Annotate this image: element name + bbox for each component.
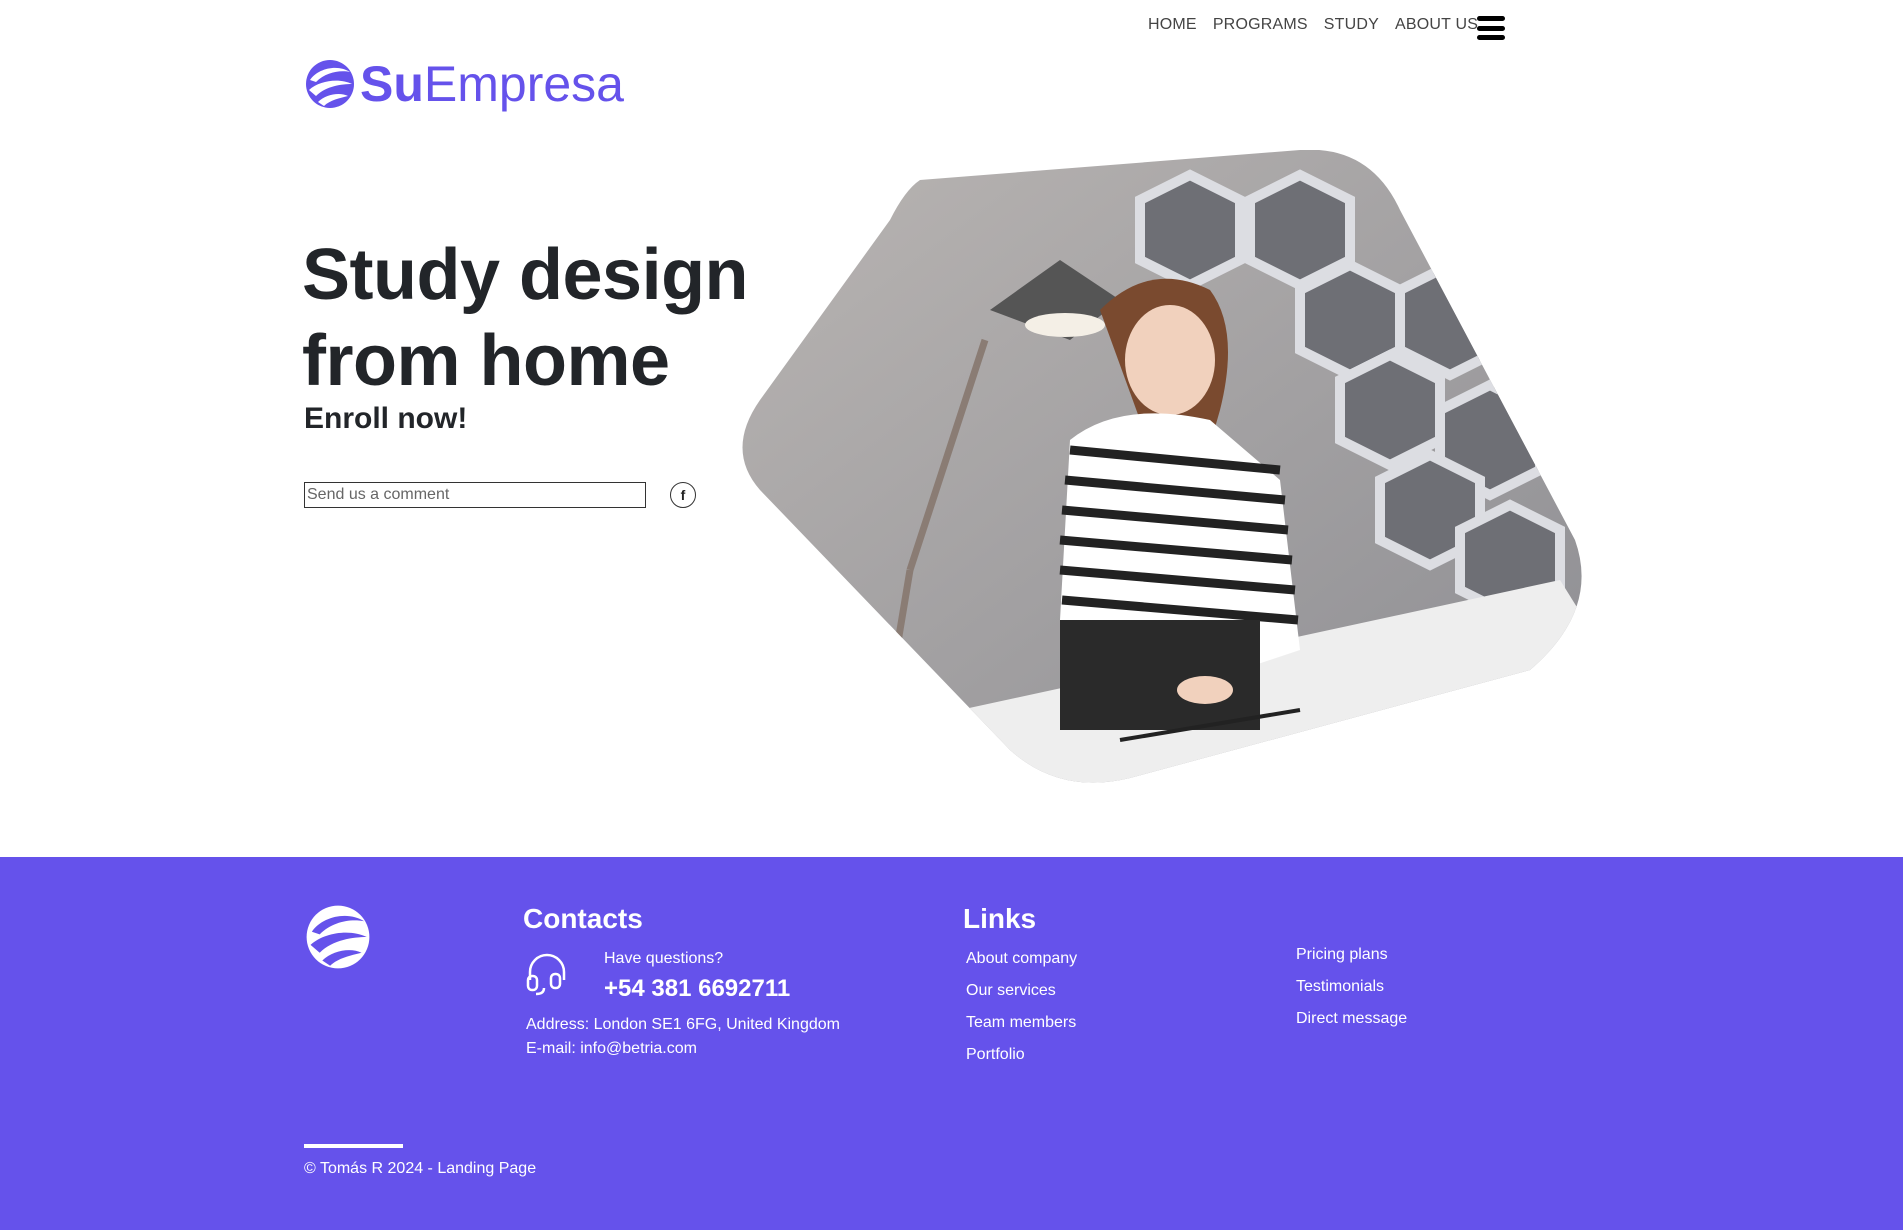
brand-wordmark: SuEmpresa — [360, 59, 624, 109]
links-heading: Links — [963, 903, 1037, 934]
brand-wordmark-bold: Su — [360, 56, 424, 112]
nav-programs-link[interactable]: PROGRAMS — [1213, 16, 1308, 34]
globe-swirl-logo-icon — [306, 60, 354, 108]
woman-studying-at-desk-photo — [742, 150, 1582, 783]
facebook-icon[interactable]: f — [670, 482, 696, 508]
globe-swirl-logo-icon[interactable] — [304, 903, 372, 971]
footer-link-testimonials[interactable]: Testimonials — [1296, 978, 1384, 996]
hamburger-menu-icon[interactable] — [1477, 16, 1505, 40]
brand-logo[interactable]: SuEmpresa — [304, 58, 624, 110]
footer-link-direct-message[interactable]: Direct message — [1296, 1010, 1407, 1028]
nav-study-link[interactable]: STUDY — [1324, 16, 1379, 34]
hamburger-bar — [1477, 25, 1505, 31]
brand-wordmark-regular: Empresa — [423, 56, 624, 112]
hamburger-bar — [1477, 16, 1505, 21]
site-footer: Contacts Have questions? +54 381 6692711… — [0, 857, 1903, 1230]
headset-icon — [526, 953, 566, 996]
address-text: Address: London SE1 6FG, United Kingdom — [526, 1016, 840, 1033]
nav-home-link[interactable]: HOME — [1148, 16, 1197, 34]
hamburger-bar — [1477, 35, 1505, 40]
email-text[interactable]: E-mail: info@betria.com — [526, 1040, 697, 1058]
footer-link-our-services[interactable]: Our services — [966, 982, 1056, 1000]
contacts-heading: Contacts — [523, 903, 643, 934]
facebook-glyph: f — [680, 487, 686, 503]
hero-subtitle: Enroll now! — [304, 402, 468, 435]
have-questions-text: Have questions? — [604, 950, 724, 967]
footer-divider — [304, 1144, 403, 1148]
comment-input[interactable] — [304, 482, 646, 508]
footer-link-portfolio[interactable]: Portfolio — [966, 1046, 1025, 1064]
footer-link-pricing-plans[interactable]: Pricing plans — [1296, 946, 1388, 964]
phone-number[interactable]: +54 381 6692711 — [604, 975, 790, 1003]
nav-about-us-link[interactable]: ABOUT US — [1395, 16, 1478, 34]
copyright-text: © Tomás R 2024 - Landing Page — [304, 1160, 537, 1177]
main-nav: HOME PROGRAMS STUDY ABOUT US — [1148, 16, 1494, 34]
footer-link-team-members[interactable]: Team members — [966, 1014, 1076, 1032]
hero-title: Study design from home — [302, 235, 749, 401]
footer-link-about-company[interactable]: About company — [966, 950, 1077, 968]
